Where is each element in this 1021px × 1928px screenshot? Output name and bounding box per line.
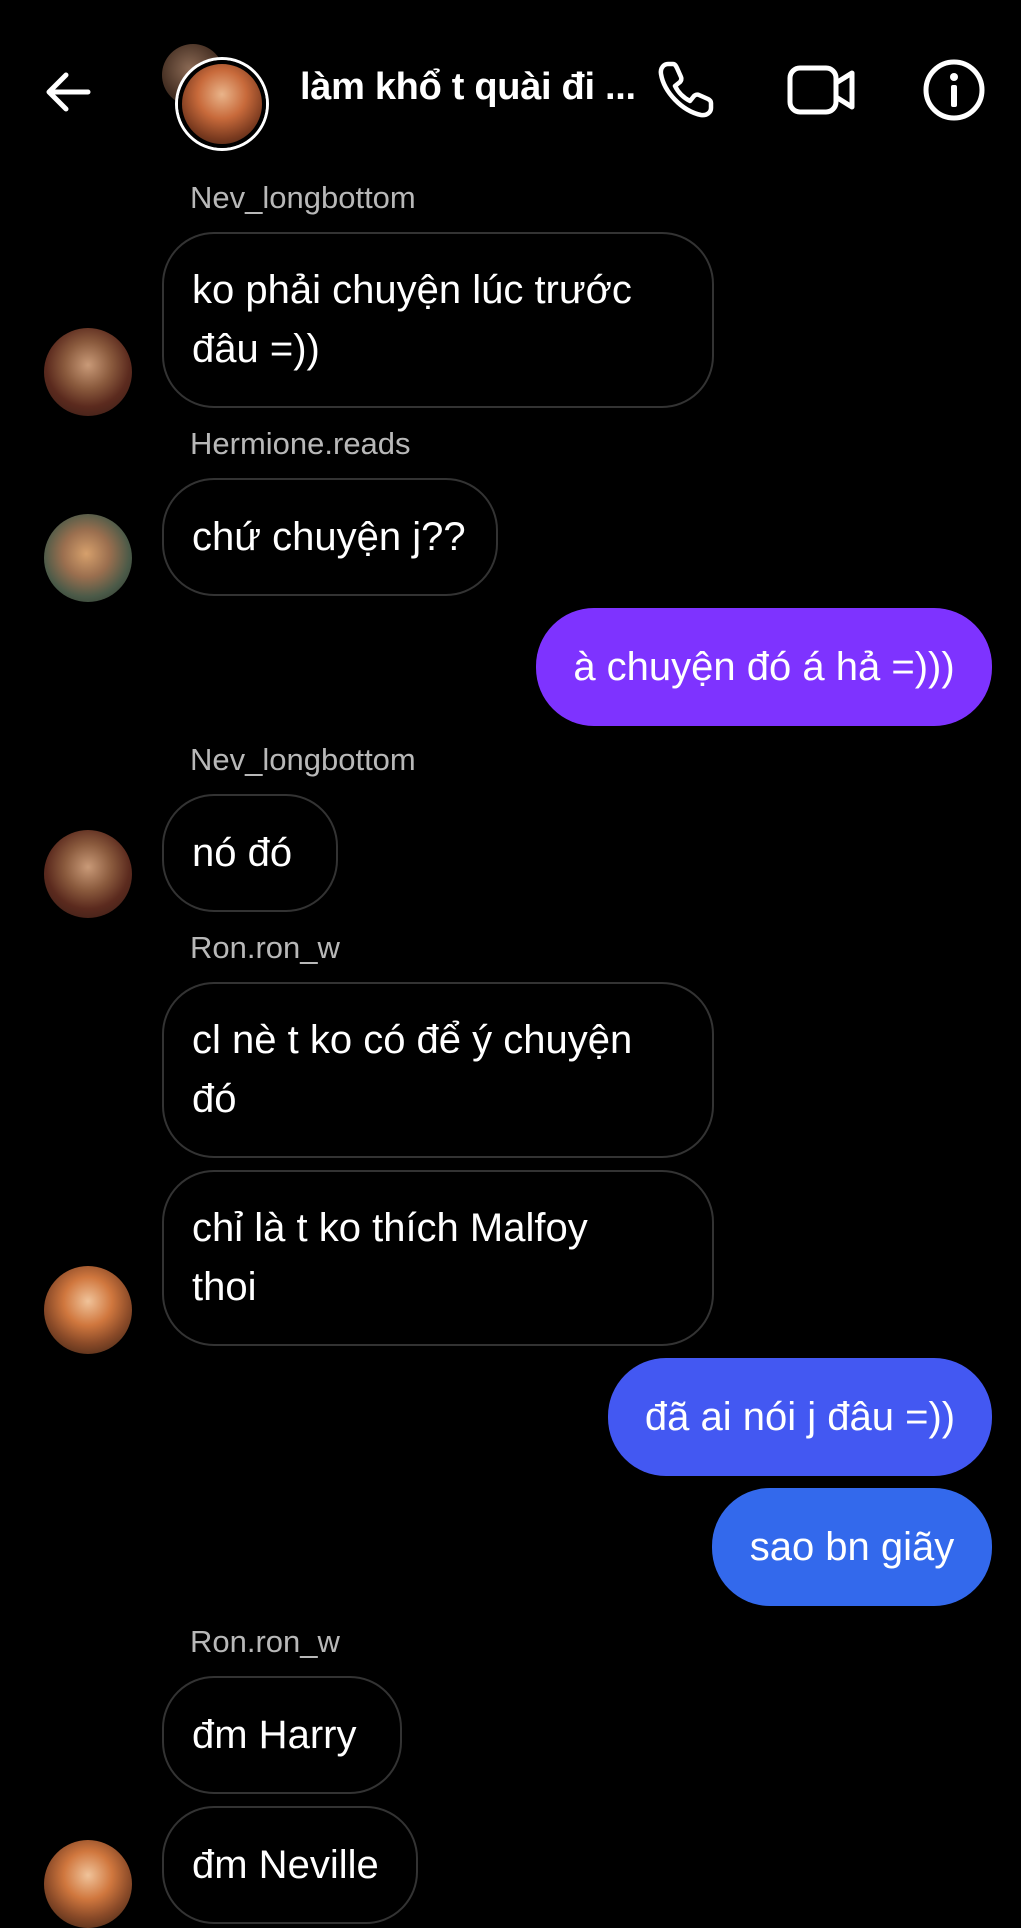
sender-name: Hermione.reads <box>190 426 411 461</box>
avatar-ron-ron-w[interactable] <box>44 1840 132 1928</box>
message-text: à chuyện đó á hả =))) <box>573 644 955 689</box>
outgoing-message-bubble[interactable]: sao bn giãy <box>712 1488 992 1606</box>
sender-name: Nev_longbottom <box>190 180 416 215</box>
incoming-message-bubble[interactable]: chứ chuyện j?? <box>162 478 498 596</box>
message-text: ko phải chuyện lúc trước đâu =)) <box>192 268 632 371</box>
phone-icon[interactable] <box>654 58 718 122</box>
incoming-message-bubble[interactable]: cl nè t ko có để ý chuyện đó <box>162 982 714 1158</box>
group-avatar[interactable] <box>162 44 266 148</box>
message-text: sao bn giãy <box>749 1524 955 1569</box>
info-icon[interactable] <box>922 58 986 122</box>
message-text: nó đó <box>192 830 293 875</box>
message-text: cl nè t ko có để ý chuyện đó <box>192 1018 633 1121</box>
sender-name: Nev_longbottom <box>190 742 416 777</box>
group-avatar-front <box>178 60 266 148</box>
message-text: đã ai nói j đâu =)) <box>644 1394 956 1439</box>
outgoing-message-bubble[interactable]: à chuyện đó á hả =))) <box>536 608 992 726</box>
avatar-hermione-reads[interactable] <box>44 514 132 602</box>
avatar-nev-longbottom[interactable] <box>44 830 132 918</box>
message-text: đm Harry <box>192 1712 357 1757</box>
sender-name: Ron.ron_w <box>190 930 340 965</box>
back-arrow-icon[interactable] <box>38 62 98 122</box>
incoming-message-bubble[interactable]: đm Neville <box>162 1806 418 1924</box>
sender-name: Ron.ron_w <box>190 1624 340 1659</box>
incoming-message-bubble[interactable]: nó đó <box>162 794 338 912</box>
conversation-title[interactable]: làm khổ t quài đi ... <box>300 66 636 109</box>
message-text: chỉ là t ko thích Malfoy thoi <box>192 1206 588 1309</box>
incoming-message-bubble[interactable]: ko phải chuyện lúc trước đâu =)) <box>162 232 714 408</box>
video-camera-icon[interactable] <box>786 58 858 122</box>
message-text: chứ chuyện j?? <box>192 514 466 559</box>
outgoing-message-bubble[interactable]: đã ai nói j đâu =)) <box>608 1358 992 1476</box>
message-text: đm Neville <box>192 1842 379 1887</box>
avatar-nev-longbottom[interactable] <box>44 328 132 416</box>
incoming-message-bubble[interactable]: đm Harry <box>162 1676 402 1794</box>
avatar-ron-ron-w[interactable] <box>44 1266 132 1354</box>
incoming-message-bubble[interactable]: chỉ là t ko thích Malfoy thoi <box>162 1170 714 1346</box>
